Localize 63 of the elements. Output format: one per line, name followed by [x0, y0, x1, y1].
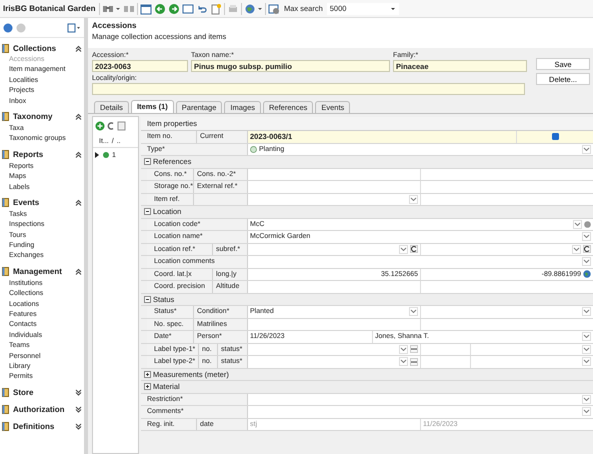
more-icon: [411, 348, 417, 350]
checkbox[interactable]: [552, 133, 558, 140]
globe-icon[interactable]: [244, 2, 256, 14]
group-title[interactable]: Reports: [13, 150, 72, 160]
chevron-icon[interactable]: [573, 220, 582, 229]
group-title[interactable]: Taxonomy: [13, 112, 72, 122]
new-document-icon[interactable]: [210, 2, 222, 14]
chevron-icon[interactable]: [582, 407, 591, 416]
chevron-icon[interactable]: [399, 344, 408, 354]
add-icon[interactable]: [95, 121, 105, 131]
collapse-icon[interactable]: [75, 44, 82, 52]
chevron-icon[interactable]: [399, 357, 408, 366]
refresh-icon: [584, 246, 590, 252]
expand-icon[interactable]: [75, 406, 82, 414]
group-title[interactable]: Events: [13, 198, 72, 208]
plant-icon: [250, 146, 257, 153]
window-icon[interactable]: [182, 2, 194, 14]
more-button[interactable]: [410, 345, 418, 354]
forward-arrow-icon[interactable]: [168, 2, 180, 14]
collapse-icon[interactable]: [144, 208, 151, 216]
collapse-icon[interactable]: [75, 113, 82, 120]
status-dot-icon: [103, 152, 109, 158]
chevron-icon[interactable]: [409, 307, 418, 316]
more-button[interactable]: [410, 358, 418, 366]
refresh-button[interactable]: [583, 245, 591, 254]
chevron-icon[interactable]: [409, 194, 418, 204]
input-field[interactable]: [92, 83, 525, 95]
group-title[interactable]: Definitions: [13, 422, 72, 432]
group-title[interactable]: Collections: [13, 44, 72, 52]
page-title: Accessions: [92, 21, 138, 30]
group-title[interactable]: Authorization: [13, 405, 72, 414]
chevron-icon[interactable]: [582, 232, 591, 242]
back-icon[interactable]: [3, 22, 13, 32]
expand-icon[interactable]: [144, 370, 151, 378]
group-title[interactable]: Store: [13, 388, 72, 398]
expand-icon[interactable]: [144, 383, 151, 390]
group-title[interactable]: Management: [13, 267, 72, 276]
refresh-button[interactable]: [410, 245, 418, 254]
app-title: IrisBG Botanical Garden: [3, 4, 96, 13]
chevron-icon[interactable]: [582, 394, 591, 404]
expand-icon[interactable]: [75, 423, 82, 430]
status-dot-icon: [584, 220, 591, 228]
collapse-icon[interactable]: [75, 268, 82, 276]
chevron-icon[interactable]: [582, 357, 591, 366]
refresh-icon[interactable]: [107, 121, 115, 131]
back-arrow-icon[interactable]: [154, 2, 166, 14]
globe-icon[interactable]: [583, 270, 591, 278]
collapse-icon[interactable]: [75, 199, 82, 206]
collapse-icon[interactable]: [75, 151, 82, 158]
more-icon: [411, 360, 417, 363]
refresh-icon: [411, 246, 417, 252]
chevron-icon[interactable]: [582, 144, 591, 154]
calendar-icon[interactable]: [140, 2, 152, 14]
collapse-icon[interactable]: [144, 158, 151, 166]
chevron-icon[interactable]: [399, 244, 408, 254]
window-refresh-icon[interactable]: [268, 2, 280, 14]
expand-icon[interactable]: [75, 389, 82, 396]
chevron-icon[interactable]: [582, 332, 591, 342]
chevron-icon[interactable]: [572, 244, 581, 254]
chevron-icon[interactable]: [582, 344, 591, 354]
collapse-icon[interactable]: [144, 296, 151, 303]
chevron-icon[interactable]: [582, 257, 591, 266]
chevron-icon[interactable]: [582, 307, 591, 316]
